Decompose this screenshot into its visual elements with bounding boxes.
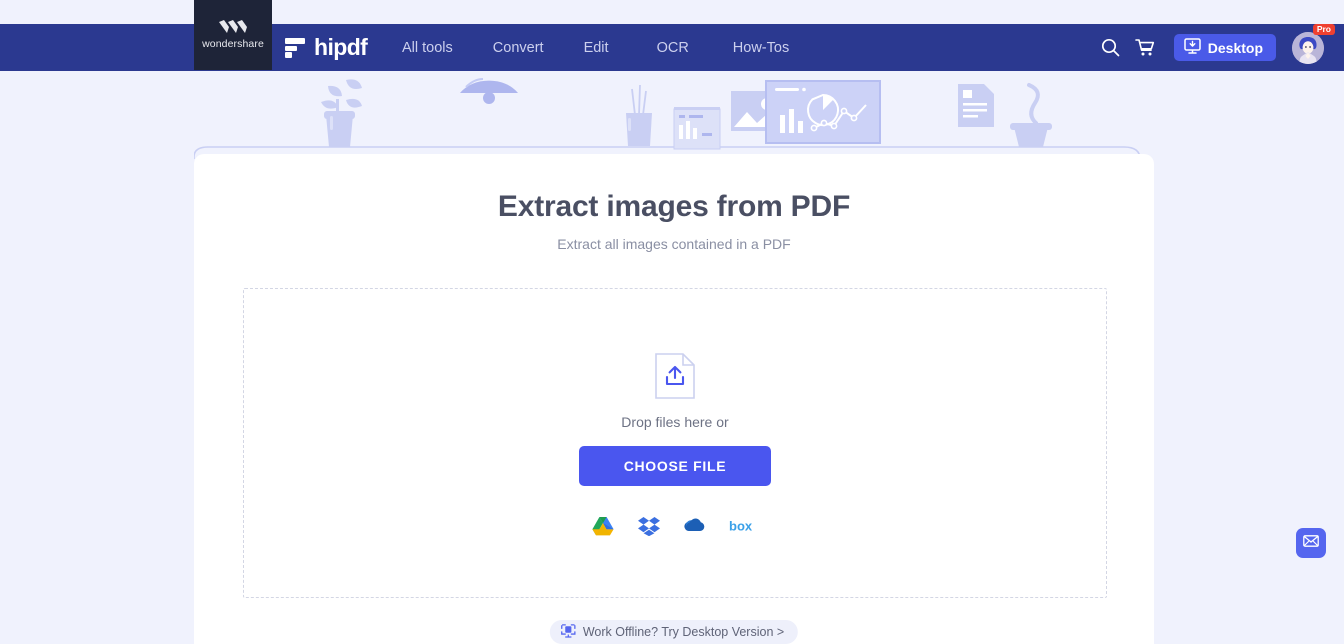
file-dropzone[interactable]: Drop files here or CHOOSE FILE box (243, 288, 1107, 598)
user-avatar-icon (1292, 31, 1324, 64)
hipdf-logo-text: hipdf (314, 34, 368, 60)
wondershare-w-logo-icon (219, 20, 247, 33)
box-icon[interactable]: box (729, 514, 759, 538)
google-drive-icon[interactable] (591, 514, 615, 538)
decorative-desk-illustration (194, 71, 1154, 161)
search-icon[interactable] (1094, 31, 1128, 65)
monitor-download-icon (1184, 38, 1201, 57)
navbar-actions: Desktop Pro (1094, 23, 1335, 71)
wondershare-logo-block[interactable]: wondershare (194, 0, 272, 70)
pendant-lamp-icon (460, 78, 518, 104)
choose-file-button[interactable]: CHOOSE FILE (579, 446, 771, 486)
monitor-analytics-icon (765, 80, 881, 144)
shopping-cart-icon[interactable] (1128, 31, 1162, 65)
pencil-cup-icon (626, 84, 652, 146)
hipdf-logo-mark-icon (285, 37, 305, 58)
nav-item-ocr[interactable]: OCR (657, 40, 689, 56)
potted-plant-icon (321, 79, 362, 147)
nav-item-all-tools[interactable]: All tools (402, 40, 453, 56)
decor-svg (194, 78, 1141, 161)
page-title: Extract images from PDF (497, 190, 851, 223)
primary-nav: All tools Convert Edit OCR How-Tos (402, 24, 789, 71)
work-offline-button[interactable]: Work Offline? Try Desktop Version > (549, 620, 799, 644)
document-icon (958, 84, 994, 127)
onedrive-icon[interactable] (683, 514, 707, 538)
cloud-sources-row: box (591, 514, 759, 538)
hipdf-logo[interactable]: hipdf (285, 34, 368, 61)
account-avatar[interactable]: Pro (1292, 23, 1335, 64)
main-card: Extract images from PDF Extract all imag… (194, 154, 1154, 644)
small-dashboard-card-icon (673, 107, 721, 150)
dropbox-icon[interactable] (637, 514, 661, 538)
nav-item-edit[interactable]: Edit (584, 40, 609, 56)
page-subtitle: Extract all images contained in a PDF (557, 236, 791, 252)
coffee-cup-icon (1010, 83, 1052, 147)
contact-mail-button[interactable] (1296, 528, 1326, 558)
file-upload-icon (655, 353, 695, 399)
nav-item-convert[interactable]: Convert (493, 40, 544, 56)
svg-text:box: box (729, 519, 753, 533)
monitor-download-icon (561, 623, 576, 641)
wondershare-label: wondershare (202, 38, 264, 50)
work-offline-label: Work Offline? Try Desktop Version > (582, 625, 785, 639)
pro-badge: Pro (1312, 23, 1335, 35)
drop-files-label: Drop files here or (621, 414, 729, 430)
desktop-button-label: Desktop (1207, 39, 1263, 56)
nav-item-how-tos[interactable]: How-Tos (733, 40, 789, 56)
envelope-icon (1303, 534, 1319, 552)
page-root: wondershare hipdf All tools Convert Edit… (0, 0, 1344, 644)
desktop-download-button[interactable]: Desktop (1173, 34, 1276, 61)
